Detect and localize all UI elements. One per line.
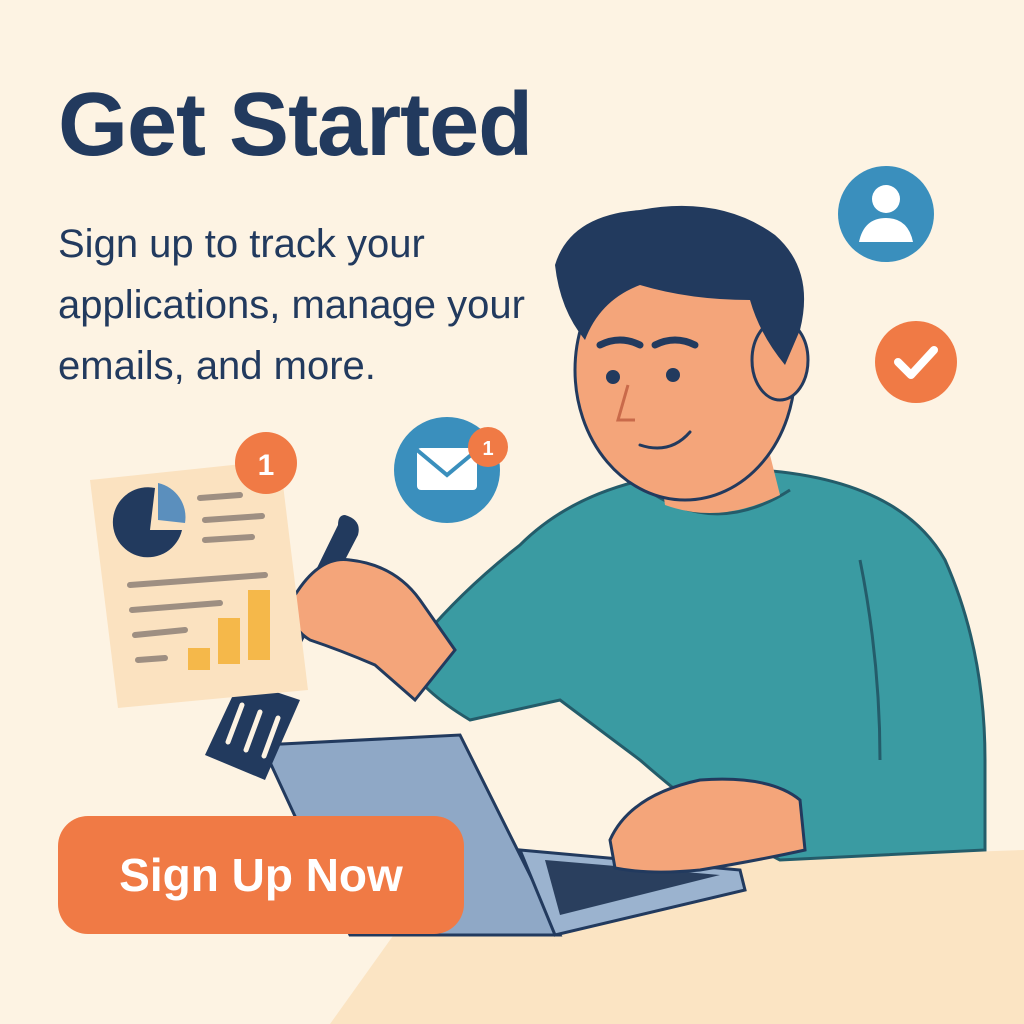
email-badge: 1	[468, 427, 508, 467]
user-icon	[838, 166, 934, 262]
signup-banner: 1 1 Get Started Sign up to track your ap…	[0, 0, 1024, 1024]
document-icon	[90, 460, 308, 708]
page-title: Get Started	[58, 75, 533, 175]
left-hand	[290, 557, 457, 703]
document-badge: 1	[235, 432, 297, 494]
svg-text:1: 1	[258, 449, 275, 482]
sign-up-button[interactable]: Sign Up Now	[58, 816, 464, 934]
svg-text:1: 1	[482, 438, 493, 460]
check-icon	[875, 321, 957, 403]
page-subtitle: Sign up to track your applications, mana…	[58, 222, 525, 388]
